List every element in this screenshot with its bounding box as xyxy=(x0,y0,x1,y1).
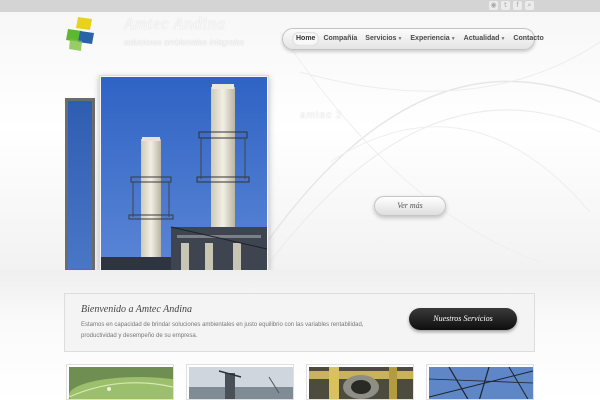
chevron-down-icon: ▼ xyxy=(450,36,456,42)
antenna-image xyxy=(189,367,293,399)
logo-icon[interactable] xyxy=(66,17,96,51)
nav-item-servicios[interactable]: Servicios▼ xyxy=(361,32,406,46)
thumbnail-antenna[interactable] xyxy=(186,364,294,400)
nav-item-actualidad[interactable]: Actualidad▼ xyxy=(460,32,510,46)
slide-image xyxy=(68,101,92,269)
search-icon[interactable]: ⌕ xyxy=(525,1,534,10)
nav-item-contacto[interactable]: Contacto xyxy=(509,32,547,46)
facebook-icon[interactable]: f xyxy=(513,1,522,10)
brand-name[interactable]: Amtec Andina xyxy=(124,14,226,34)
slide-active[interactable] xyxy=(99,75,269,272)
rss-icon[interactable]: ◉ xyxy=(489,1,498,10)
chevron-down-icon: ▼ xyxy=(500,36,506,42)
nav-item-experiencia[interactable]: Experiencia▼ xyxy=(406,32,459,46)
top-bar: ◉ t f ⌕ xyxy=(0,0,600,12)
tower-image xyxy=(429,367,533,399)
slide-previous[interactable] xyxy=(65,98,95,272)
nav-item-home[interactable]: Home xyxy=(292,32,320,46)
social-icons: ◉ t f ⌕ xyxy=(489,1,534,10)
pipes-image xyxy=(309,367,413,399)
ver-mas-button[interactable]: Ver más xyxy=(374,196,446,216)
welcome-title: Bienvenido a Amtec Andina xyxy=(81,304,192,315)
main-nav: Home Compañía Servicios▼ Experiencia▼ Ac… xyxy=(282,28,544,50)
thumbnail-leaf[interactable] xyxy=(66,364,174,400)
nuestros-servicios-button[interactable]: Nuestros Servicios xyxy=(409,308,517,330)
welcome-box: Bienvenido a Amtec Andina Estamos en cap… xyxy=(64,293,535,352)
welcome-text: Estamos en capacidad de brindar solucion… xyxy=(81,322,364,339)
brand-tagline: soluciones ambientales integrales xyxy=(124,38,245,47)
chevron-down-icon: ▼ xyxy=(397,36,403,42)
smokestacks-image xyxy=(101,77,267,270)
slide-caption: amtec 2 xyxy=(300,110,343,121)
twitter-icon[interactable]: t xyxy=(501,1,510,10)
thumbnail-pipes[interactable] xyxy=(306,364,414,400)
nav-item-compania[interactable]: Compañía xyxy=(319,32,361,46)
leaf-image xyxy=(69,367,173,399)
thumbnail-tower[interactable] xyxy=(426,364,534,400)
